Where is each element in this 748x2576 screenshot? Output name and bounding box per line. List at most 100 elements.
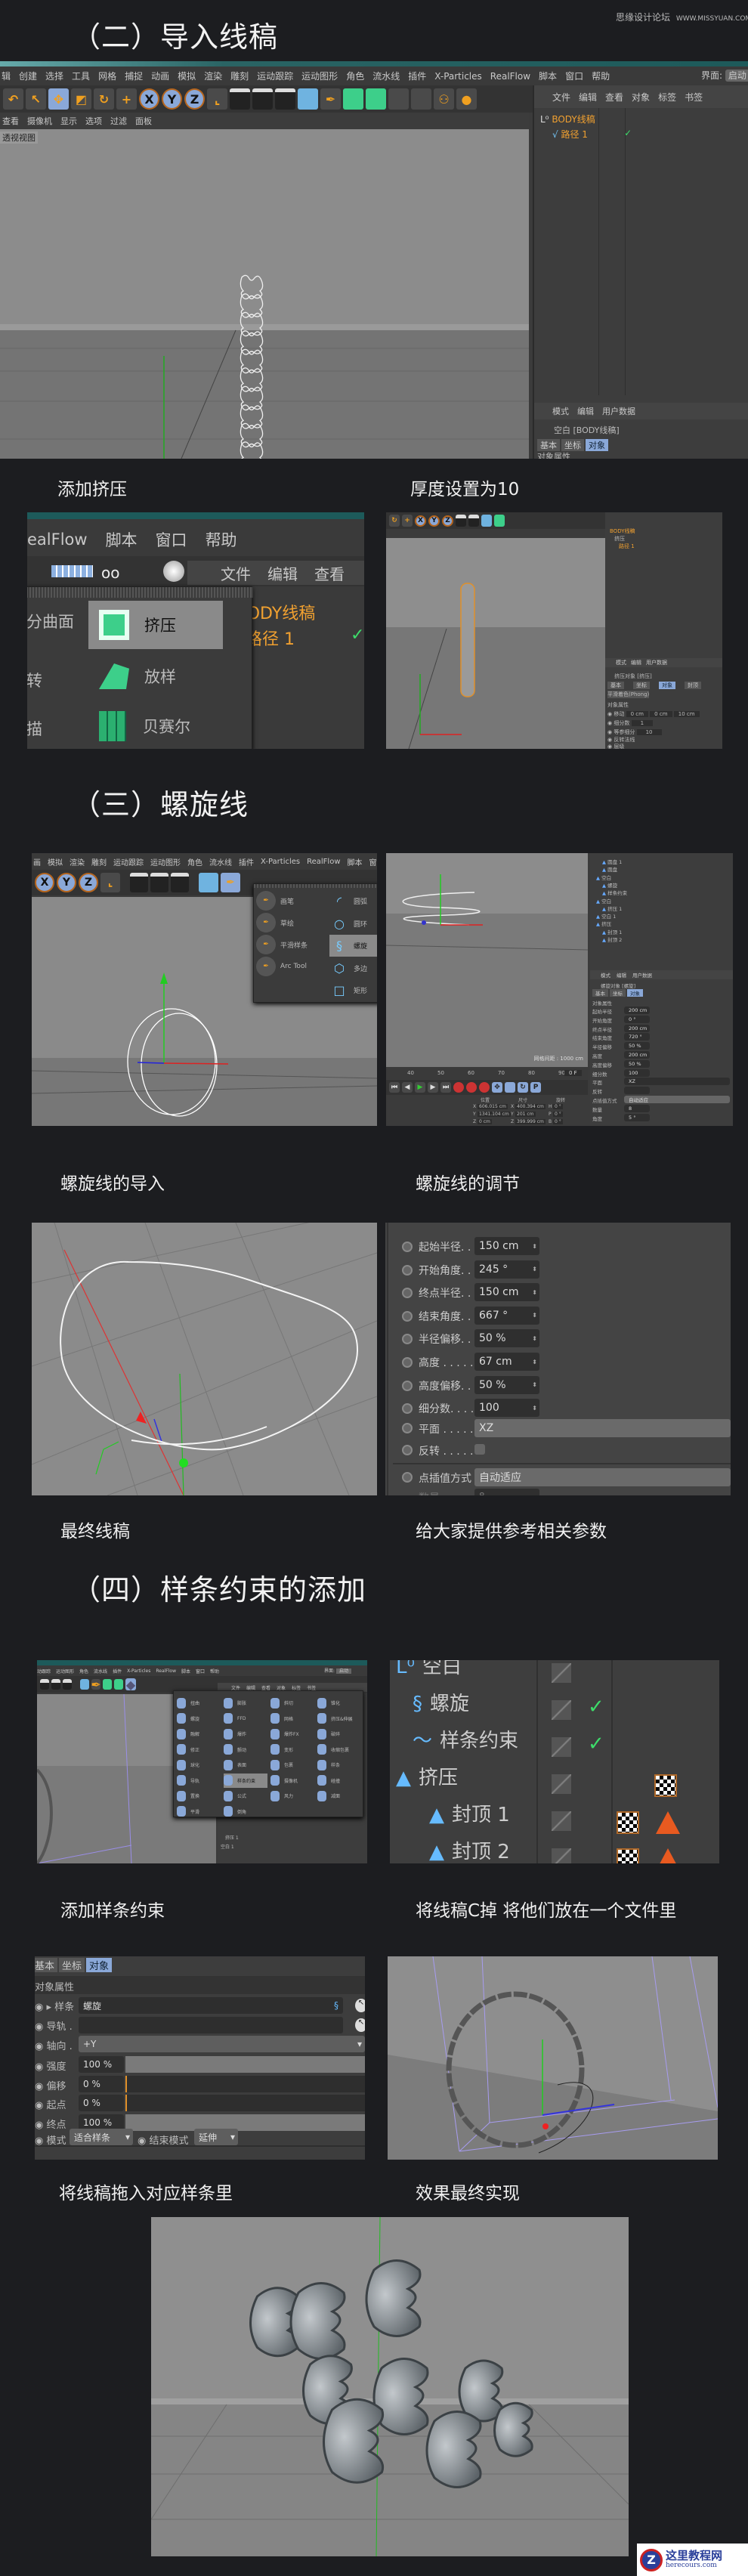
object-row[interactable]: ▲ 挤压 xyxy=(596,920,611,927)
animate-radio[interactable] xyxy=(402,1242,413,1252)
animate-radio[interactable] xyxy=(402,1334,413,1345)
menu-item[interactable]: 选择 xyxy=(45,70,63,82)
axis-dropdown[interactable]: +Y ▾ xyxy=(79,2036,365,2052)
stepper-arrows-icon[interactable]: ⬍ xyxy=(532,1243,537,1250)
cloner-icon[interactable] xyxy=(114,1679,123,1690)
menu-item[interactable]: 运动跟踪 xyxy=(257,70,293,82)
object-row[interactable]: 路径 1 xyxy=(619,543,635,550)
attribute-menu-item[interactable]: 用户数据 xyxy=(646,659,667,666)
menu-item[interactable]: 脚本 xyxy=(539,70,557,82)
deformer-menu-item[interactable]: 膨胀 xyxy=(224,1696,267,1710)
deformer-icon[interactable] xyxy=(388,88,409,110)
current-frame-field[interactable]: 0 F xyxy=(564,1070,582,1076)
menu-item-polygon[interactable]: ⬡ 多边 xyxy=(329,957,377,979)
slider-value-field[interactable]: 0 % xyxy=(79,2075,124,2092)
cloner-icon[interactable] xyxy=(366,88,386,110)
add-icon[interactable]: + xyxy=(116,88,137,110)
menu-item[interactable]: 窗口 xyxy=(156,528,187,551)
slider-track[interactable] xyxy=(125,2075,365,2092)
parameter-key-icon[interactable]: P xyxy=(530,1082,541,1093)
menu-item-rectangle[interactable]: □ 矩形 xyxy=(329,979,377,1001)
texture-tag-icon[interactable] xyxy=(617,1848,639,1863)
interpolation-dropdown[interactable]: 自动适应 xyxy=(474,1468,731,1486)
rotate-icon[interactable]: ↻ xyxy=(94,88,114,110)
object-row[interactable]: ▲ 封顶 1 xyxy=(429,1799,510,1827)
deformer-menu-item[interactable]: 样条 xyxy=(317,1758,361,1772)
menu-item-sketch[interactable]: ✒ 草绘 xyxy=(256,912,294,933)
menu-item[interactable]: 模拟 xyxy=(48,856,63,867)
attribute-menu-item[interactable]: 编辑 xyxy=(577,405,594,417)
deformer-menu-item[interactable]: FFD xyxy=(224,1712,267,1726)
deformer-menu-item[interactable]: 摄像机 xyxy=(270,1774,314,1788)
layer-toggle-icon[interactable] xyxy=(552,1663,571,1683)
y-axis-icon[interactable]: Y xyxy=(428,515,440,527)
scale-icon[interactable]: ◩ xyxy=(71,88,91,110)
undo-icon[interactable]: ↶ xyxy=(3,88,23,110)
object-manager-menu-item[interactable]: 查看 xyxy=(605,91,623,104)
object-row-body-sketch[interactable]: L⁰ BODY线稿 xyxy=(540,113,595,125)
deformer-menu-item[interactable]: 扭曲 xyxy=(177,1696,221,1710)
param-field[interactable]: 67 cm ⬍ xyxy=(474,1353,539,1371)
coord-field[interactable]: 606.015 cm xyxy=(478,1104,508,1109)
menu-item-pen[interactable]: ✒ 画笔 xyxy=(256,890,294,911)
animate-radio[interactable] xyxy=(402,1264,413,1276)
attribute-tab[interactable]: 基本 xyxy=(35,1958,58,1972)
object-row[interactable]: ▲ 螺旋 xyxy=(602,881,617,889)
menu-item[interactable]: 辑 xyxy=(2,70,11,82)
attribute-menu-item[interactable]: 模式 xyxy=(552,405,569,417)
attribute-menu-item[interactable]: 模式 xyxy=(601,971,610,979)
view-menu-item[interactable]: 选项 xyxy=(85,115,102,127)
parameter-row[interactable]: 细分数 xyxy=(592,1070,607,1078)
menu-item[interactable]: 创建 xyxy=(19,70,37,82)
deformer-menu-item[interactable]: 风力 xyxy=(270,1789,314,1803)
viewport[interactable]: 网格间距 : 1000 cm xyxy=(386,853,588,1067)
position-key-icon[interactable]: ✥ xyxy=(492,1082,502,1093)
menu-item[interactable]: 角色 xyxy=(79,1668,88,1675)
object-row[interactable]: 〜样条约束 xyxy=(413,1725,518,1753)
prev-key-icon[interactable]: ◀ xyxy=(402,1082,413,1093)
scale-key-icon[interactable] xyxy=(505,1082,515,1093)
attribute-tab[interactable]: 封顶 xyxy=(685,682,701,689)
x-axis-icon[interactable]: X xyxy=(415,515,426,527)
stepper-arrows-icon[interactable]: ⬍ xyxy=(532,1381,537,1388)
object-row[interactable]: 空白 1 xyxy=(221,1843,234,1850)
menu-item-arc[interactable]: ◜ 圆弧 xyxy=(329,890,377,912)
deformer-menu-item[interactable]: 收缩包裹 xyxy=(317,1743,361,1757)
object-row[interactable]: ▲ 空白 xyxy=(596,874,611,881)
menu-item[interactable]: 流水线 xyxy=(372,70,400,82)
view-menu-item[interactable]: 面板 xyxy=(135,115,152,127)
menu-item[interactable]: 运动图形 xyxy=(150,856,181,867)
deformer-menu-item[interactable]: 网格 xyxy=(270,1712,314,1726)
object-row[interactable]: ▲ 样条约束 xyxy=(602,889,627,896)
param-value[interactable]: 200 cm xyxy=(624,1024,650,1032)
parameter-row[interactable]: 角度 xyxy=(592,1115,602,1122)
param-field[interactable]: 50 % ⬍ xyxy=(474,1329,539,1348)
coordinate-system-icon[interactable]: ⌞ xyxy=(207,88,227,110)
view-menu-item[interactable]: 摄像机 xyxy=(27,115,52,127)
slider-value-field[interactable]: 100 % xyxy=(79,2056,124,2073)
object-manager-menu-item[interactable]: 书签 xyxy=(685,91,703,104)
reverse-radio[interactable] xyxy=(402,1445,413,1455)
deformer-menu-item[interactable]: 修正 xyxy=(177,1743,221,1757)
deformer-menu-item[interactable]: 样条约束 xyxy=(224,1773,267,1788)
animate-radio[interactable] xyxy=(402,1403,413,1415)
layer-toggle-icon[interactable] xyxy=(552,1848,571,1863)
object-row[interactable]: ▲ 封顶 1 xyxy=(602,928,622,935)
menu-item[interactable]: 流水线 xyxy=(209,856,232,867)
param-value[interactable]: 自动适应 xyxy=(624,1096,730,1103)
texture-tag-icon[interactable] xyxy=(654,1774,677,1797)
menu-item[interactable]: 动画 xyxy=(151,70,169,82)
menu-item[interactable]: 脚本 xyxy=(181,1668,190,1675)
auto-key-icon[interactable] xyxy=(466,1082,477,1093)
menu-item-arc-tool[interactable]: ✒ Arc Tool xyxy=(256,956,307,977)
layer-toggle-icon[interactable] xyxy=(552,1700,571,1720)
check-icon[interactable]: ✓ xyxy=(588,1696,604,1718)
pen-icon[interactable]: ✒ xyxy=(320,88,341,110)
param-value[interactable]: 50 % xyxy=(624,1059,650,1068)
object-row[interactable]: 挤压 xyxy=(614,535,625,543)
deformer-menu-item[interactable]: 碰撞 xyxy=(317,1774,361,1788)
z-axis-icon[interactable]: Z xyxy=(79,873,98,892)
coord-field[interactable]: 1341.104 cm xyxy=(478,1112,511,1117)
object-row[interactable]: § 螺旋 xyxy=(413,1688,469,1716)
menu-item-subdivision[interactable]: 分曲面 xyxy=(27,610,74,632)
